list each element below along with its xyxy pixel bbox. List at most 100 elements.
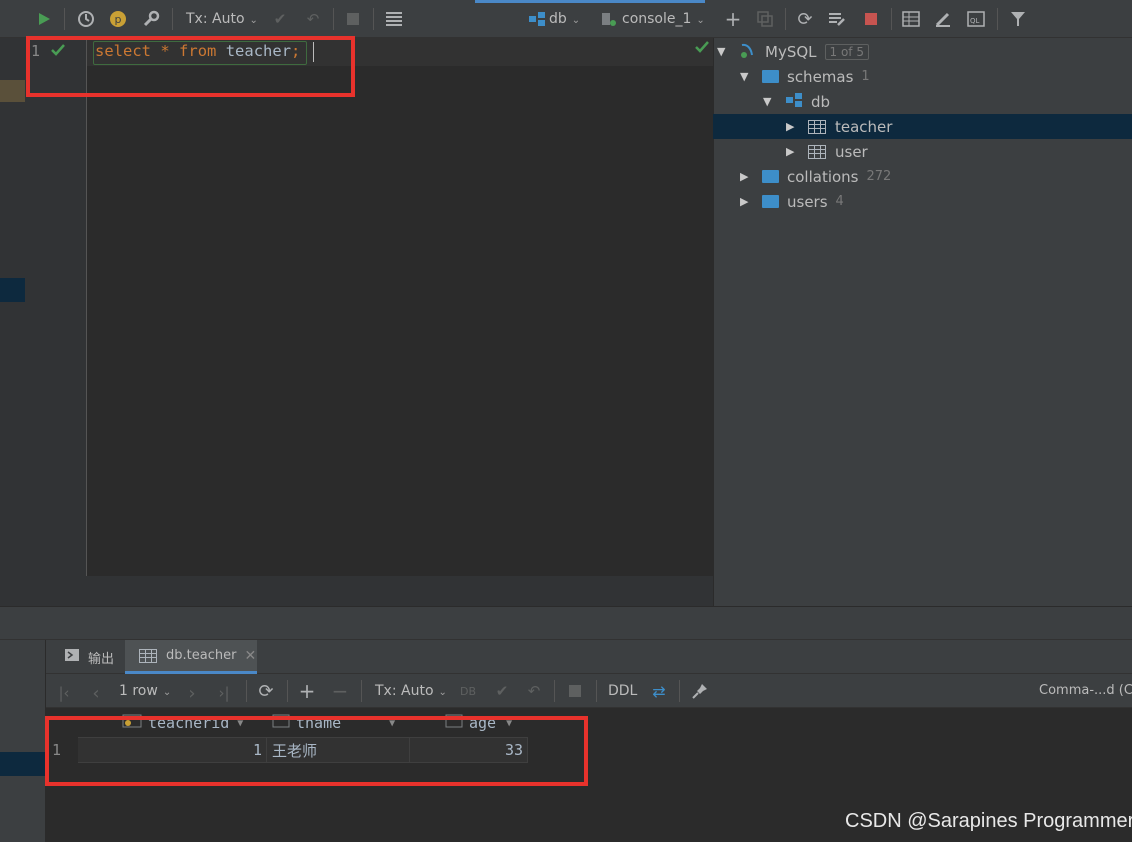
- svg-text:p: p: [115, 13, 122, 26]
- tree-node-collations[interactable]: ▶ collations 272: [740, 164, 891, 189]
- submit-db-icon[interactable]: DB: [458, 681, 478, 701]
- tree-node-label: MySQL: [765, 42, 817, 61]
- refresh-icon[interactable]: ⟳: [256, 681, 276, 702]
- close-icon[interactable]: ✕: [244, 648, 256, 664]
- last-page-icon[interactable]: ›|: [214, 683, 234, 703]
- tx-mode-label: Tx: Auto: [186, 11, 245, 27]
- collapsed-triangle-icon[interactable]: ▶: [740, 195, 752, 208]
- results-tabs: 输出 db.teacher ✕: [46, 640, 1132, 674]
- schema-icon: [785, 92, 803, 112]
- console-icon: [599, 9, 619, 29]
- active-tab-indicator: [475, 0, 705, 3]
- database-toolbar: + ⟳ QL: [713, 0, 1132, 38]
- tab-label: db.teacher: [166, 648, 237, 663]
- tree-node-count: 4: [835, 194, 844, 209]
- next-page-icon[interactable]: ›: [182, 683, 202, 704]
- previous-page-icon[interactable]: ‹: [86, 683, 106, 704]
- collapsed-triangle-icon[interactable]: ▶: [786, 145, 798, 158]
- datasource-label: db: [549, 11, 567, 27]
- row-count-dropdown[interactable]: 1 row ⌄: [119, 683, 171, 699]
- chevron-down-icon: ⌄: [438, 687, 447, 698]
- mysql-icon: [739, 41, 757, 63]
- schema-settings-icon[interactable]: [827, 9, 847, 29]
- editor-toolbar: p Tx: Auto ⌄ ✔ ↶ db ⌄ console_1 ⌄: [0, 0, 713, 38]
- console-icon: [64, 648, 80, 666]
- sql-editor[interactable]: [25, 38, 713, 576]
- output-format-dropdown[interactable]: Comma-...d (CS: [1039, 683, 1132, 698]
- folder-icon: [762, 170, 779, 183]
- run-icon[interactable]: [34, 9, 54, 29]
- collapsed-triangle-icon[interactable]: ▶: [786, 120, 798, 133]
- table-icon: [808, 119, 826, 134]
- tab-db-teacher[interactable]: db.teacher ✕: [125, 640, 257, 674]
- panel-divider[interactable]: [0, 606, 1132, 640]
- tab-label: 输出: [88, 651, 115, 667]
- query-console-icon[interactable]: QL: [966, 9, 986, 29]
- row-count-label: 1 row: [119, 683, 158, 699]
- strip-selection: [0, 278, 25, 302]
- chevron-down-icon: ⌄: [249, 15, 258, 26]
- expanded-triangle-icon[interactable]: ▼: [717, 45, 729, 58]
- tree-node-db[interactable]: ▼ db: [763, 89, 830, 114]
- strip-marker: [0, 80, 25, 102]
- results-tx-mode-dropdown[interactable]: Tx: Auto ⌄: [375, 683, 447, 699]
- editor-footer: [25, 576, 713, 606]
- commit-icon[interactable]: ✔: [492, 681, 512, 701]
- editor-highlight-box: [26, 36, 355, 97]
- tree-node-label: teacher: [835, 117, 893, 136]
- chevron-down-icon: ⌄: [571, 15, 581, 26]
- tab-output[interactable]: 输出: [56, 640, 122, 674]
- collapsed-triangle-icon[interactable]: ▶: [740, 170, 752, 183]
- filter-icon[interactable]: [1008, 9, 1028, 29]
- add-icon[interactable]: +: [723, 7, 743, 31]
- stop-icon[interactable]: [343, 9, 363, 29]
- left-tool-strip: [0, 38, 25, 606]
- table-view-icon[interactable]: [901, 9, 921, 29]
- tree-node-label: users: [787, 192, 828, 211]
- tree-node-label: user: [835, 142, 868, 161]
- tree-node-table-teacher[interactable]: ▶ teacher: [786, 114, 892, 139]
- tree-node-schemas[interactable]: ▼ schemas 1: [740, 64, 870, 89]
- rollback-icon[interactable]: ↶: [303, 9, 323, 29]
- compare-icon[interactable]: ⇄: [649, 681, 669, 701]
- console-dropdown[interactable]: console_1 ⌄: [622, 11, 705, 27]
- expanded-triangle-icon[interactable]: ▼: [763, 95, 775, 108]
- ddl-button[interactable]: DDL: [608, 683, 637, 699]
- datasource-icon: [527, 9, 547, 29]
- folder-icon: [762, 70, 779, 83]
- pin-icon[interactable]: [690, 681, 710, 701]
- stop-icon[interactable]: [861, 9, 881, 29]
- table-icon: [139, 648, 157, 663]
- wrench-icon[interactable]: [141, 9, 161, 29]
- tree-node-count: 1: [861, 69, 870, 84]
- refresh-icon[interactable]: ⟳: [795, 9, 815, 30]
- remove-row-icon[interactable]: −: [330, 679, 350, 703]
- expanded-triangle-icon[interactable]: ▼: [740, 70, 752, 83]
- commit-icon[interactable]: ✔: [270, 9, 290, 29]
- datasource-dropdown[interactable]: db ⌄: [549, 11, 580, 27]
- tx-mode-dropdown[interactable]: Tx: Auto ⌄: [186, 11, 258, 27]
- duplicate-icon[interactable]: [755, 9, 775, 29]
- folder-icon: [762, 195, 779, 208]
- rollback-icon[interactable]: ↶: [524, 681, 544, 701]
- stop-icon[interactable]: [565, 681, 585, 701]
- tree-node-table-user[interactable]: ▶ user: [786, 139, 868, 164]
- first-page-icon[interactable]: |‹: [54, 683, 74, 703]
- strip-selection: [0, 752, 46, 776]
- edit-icon[interactable]: [933, 9, 953, 29]
- parameters-icon[interactable]: p: [108, 9, 128, 29]
- chevron-down-icon: ⌄: [162, 687, 172, 698]
- tree-selection: [713, 114, 1132, 139]
- result-view-icon[interactable]: [384, 9, 404, 29]
- tree-node-users[interactable]: ▶ users 4: [740, 189, 844, 214]
- watermark: CSDN @Sarapines Programmer: [845, 810, 1132, 832]
- table-icon: [808, 144, 826, 159]
- datasource-count-badge: 1 of 5: [824, 43, 869, 60]
- tree-node-label: db: [811, 92, 831, 111]
- tx-mode-label: Tx: Auto: [375, 683, 434, 699]
- editor-gutter: [25, 38, 87, 576]
- chevron-down-icon: ⌄: [696, 15, 705, 26]
- add-row-icon[interactable]: +: [297, 679, 317, 703]
- tree-node-mysql[interactable]: ▼ MySQL 1 of 5: [717, 39, 869, 64]
- history-icon[interactable]: [76, 9, 96, 29]
